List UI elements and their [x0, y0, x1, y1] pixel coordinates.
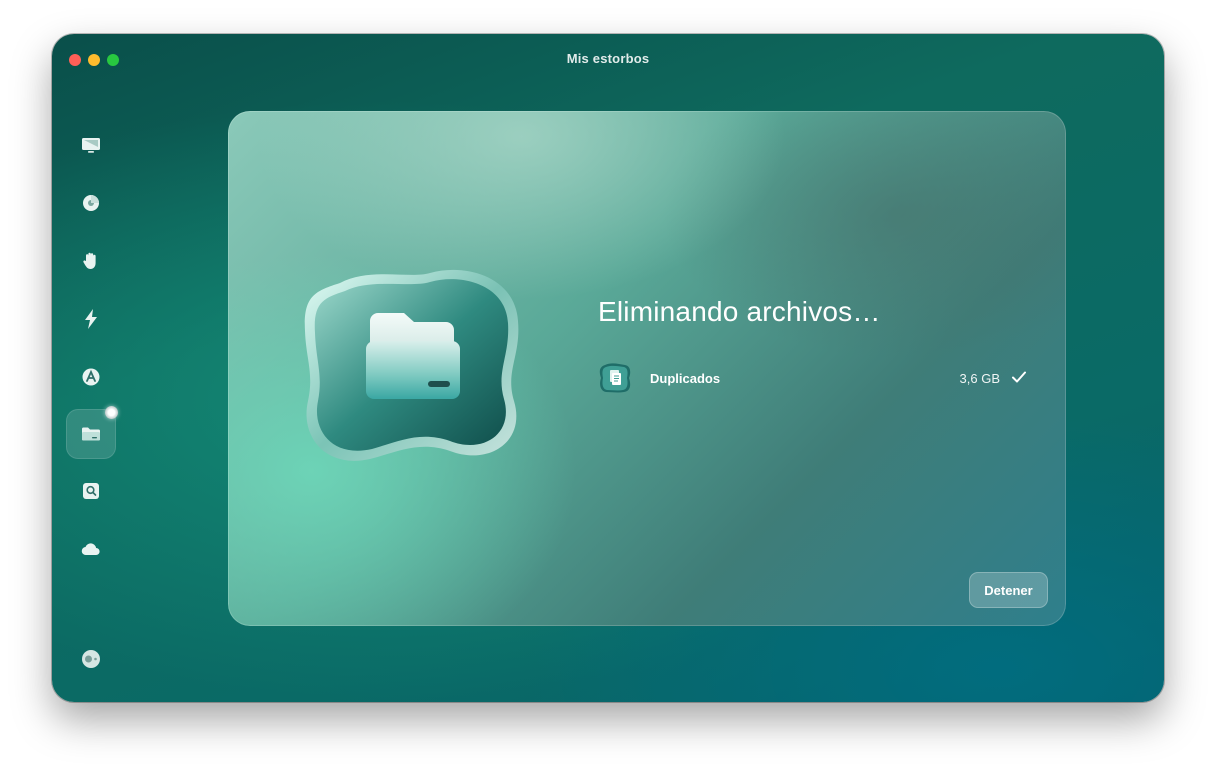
sidebar-item-cleanup[interactable] [66, 178, 116, 228]
sidebar-item-performance[interactable] [66, 294, 116, 344]
item-name: Duplicados [650, 371, 721, 386]
list-item: Duplicados 3,6 GB [598, 361, 1028, 397]
sidebar [52, 94, 130, 694]
sidebar-item-space-lens[interactable] [66, 466, 116, 516]
folder-blob-icon [304, 269, 519, 461]
item-size: 3,6 GB [959, 371, 1000, 386]
lightning-icon [85, 309, 97, 329]
window-title: Mis estorbos [566, 51, 650, 66]
app-window: Mis estorbos Eliminando archivos… Duplic… [52, 34, 1164, 702]
checkmark-icon [1012, 371, 1026, 383]
assistant-toggle-icon [82, 650, 100, 668]
duplicates-icon [599, 363, 631, 393]
sidebar-item-protection[interactable] [66, 236, 116, 286]
title-bar: Mis estorbos [52, 34, 1164, 84]
magnifier-drive-icon [83, 483, 99, 499]
sidebar-item-smart-care[interactable] [66, 120, 116, 170]
disk-scan-icon [83, 195, 99, 211]
sidebar-item-cloud-cleanup[interactable] [66, 524, 116, 574]
apps-icon [82, 368, 100, 386]
hand-privacy-icon [83, 252, 96, 269]
assistant-toggle-button[interactable] [66, 634, 116, 684]
progress-badge [105, 406, 118, 419]
stop-button[interactable]: Detener [969, 572, 1048, 608]
sidebar-item-applications[interactable] [66, 352, 116, 402]
folder-icon [82, 427, 100, 441]
page-title: Eliminando archivos… [598, 296, 881, 327]
main-panel: Eliminando archivos… Duplicados 3,6 GB D… [228, 111, 1066, 626]
monitor-icon [82, 138, 100, 153]
cloud-icon [81, 543, 100, 556]
sidebar-item-my-clutter[interactable] [66, 406, 118, 459]
